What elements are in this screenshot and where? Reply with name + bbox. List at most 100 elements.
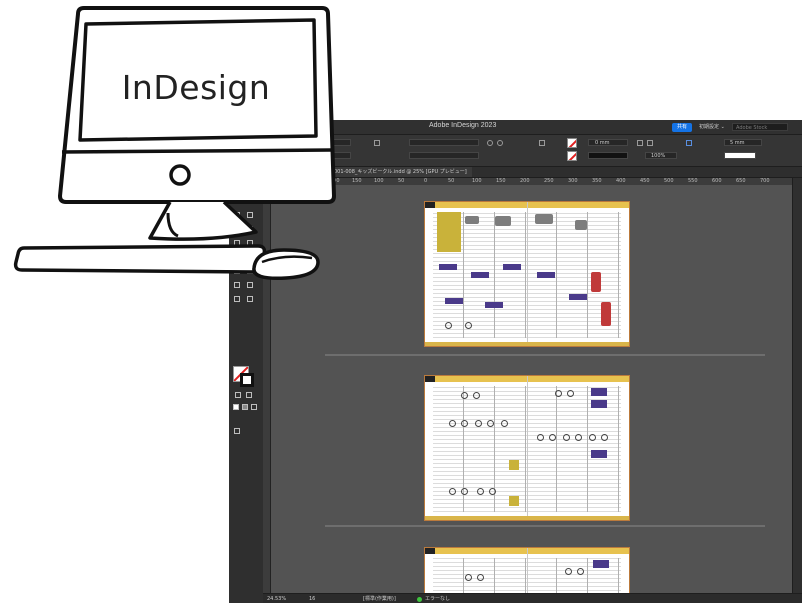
stroke-weight-value: 0 mm (595, 140, 610, 146)
spread-divider (325, 525, 765, 527)
wheel-graphic (549, 434, 556, 441)
photo-block (495, 216, 511, 226)
wheel-graphic (565, 568, 572, 575)
formatting-container-icon[interactable] (235, 392, 241, 398)
wheel-graphic (477, 488, 484, 495)
wheel-graphic (445, 322, 452, 329)
ruler-tick: 250 (544, 178, 554, 184)
ruler-tick: 500 (664, 178, 674, 184)
corner-swatch[interactable] (724, 152, 756, 159)
screen-mode-icon[interactable] (234, 428, 240, 434)
wheel-graphic (589, 434, 596, 441)
stroke-icon[interactable] (240, 373, 254, 387)
ruler-tick: 300 (568, 178, 578, 184)
wheel-graphic (461, 420, 468, 427)
wheel-graphic (477, 574, 484, 581)
accent-block (503, 264, 521, 270)
stroke-weight-field[interactable]: 0 mm (588, 139, 628, 146)
ruler-tick: 100 (472, 178, 482, 184)
photo-block (535, 214, 553, 224)
accent-block (591, 388, 607, 396)
apply-color-icon[interactable] (233, 404, 239, 410)
wheel-graphic (449, 420, 456, 427)
fill-stroke-control[interactable] (233, 366, 255, 388)
spread-3[interactable] (424, 547, 630, 593)
distribute-icon[interactable] (647, 140, 653, 146)
cover-panel (437, 212, 461, 252)
apply-none-icon[interactable] (251, 404, 257, 410)
panel-dock[interactable] (792, 178, 802, 603)
wheel-graphic (577, 568, 584, 575)
ruler-tick: 50 (398, 178, 405, 184)
keyboard-icon (13, 244, 267, 274)
wheel-graphic (489, 488, 496, 495)
wheel-graphic (449, 488, 456, 495)
rotate-icon[interactable] (487, 140, 493, 146)
frame-fit-icon[interactable] (686, 140, 692, 146)
photo-block (575, 220, 587, 230)
accent-block (591, 450, 607, 458)
stroke-type-field[interactable] (588, 152, 628, 159)
pasteboard[interactable] (271, 185, 792, 593)
stroke-swatch[interactable] (567, 151, 577, 161)
ruler-tick: 150 (496, 178, 506, 184)
document-tab[interactable]: 001-008_キッズビークル.indd @ 25% [GPU プレビュー] (329, 167, 472, 177)
spread-fold (527, 202, 528, 346)
page-header-tab (425, 202, 435, 208)
photo-block (591, 272, 601, 292)
accent-block (537, 272, 555, 278)
wheel-graphic (563, 434, 570, 441)
stock-search-input[interactable]: Adobe Stock (732, 123, 788, 131)
ruler-tick: 100 (374, 178, 384, 184)
window-title: Adobe InDesign 2023 (429, 122, 497, 129)
photo-block (465, 216, 479, 224)
wheel-graphic (465, 322, 472, 329)
apply-gradient-icon[interactable] (242, 404, 248, 410)
page-header-tab (425, 376, 435, 382)
ruler-tick: 450 (640, 178, 650, 184)
workspace-menu[interactable]: 初期設定 ⌄ (699, 123, 725, 132)
status-page[interactable]: 16 (309, 595, 315, 603)
mouse-icon (252, 248, 320, 281)
status-zoom[interactable]: 24.53% (267, 595, 286, 603)
computer-illustration (13, 6, 336, 281)
spread-fold (527, 376, 528, 520)
offset-field[interactable]: 5 mm (724, 139, 762, 146)
fill-swatch[interactable] (567, 138, 577, 148)
spread-divider (325, 354, 765, 356)
accent-block (485, 302, 503, 308)
ruler-tick: 200 (520, 178, 530, 184)
opacity-field[interactable]: 100% (645, 152, 677, 159)
rotate-field[interactable] (409, 139, 479, 146)
status-bar: 24.53% 16 [標準(作業用)] エラーなし (263, 593, 802, 603)
accent-block (509, 496, 519, 506)
accent-block (569, 294, 587, 300)
wheel-graphic (567, 390, 574, 397)
monitor-screen-label: InDesign (121, 68, 271, 107)
ruler-tick: 550 (688, 178, 698, 184)
status-mode[interactable]: [標準(作業用)] (363, 595, 396, 603)
ruler-tick: 650 (736, 178, 746, 184)
text-wrap-icon[interactable] (539, 140, 545, 146)
ruler-tick: 400 (616, 178, 626, 184)
wheel-graphic (465, 574, 472, 581)
accent-block (593, 560, 609, 568)
ruler-tick: 700 (760, 178, 770, 184)
status-errors[interactable]: エラーなし (425, 595, 450, 603)
shear-field[interactable] (409, 152, 479, 159)
ruler-tick: 0 (424, 178, 428, 184)
no-error-icon (417, 597, 422, 602)
share-button[interactable]: 共有 (672, 123, 693, 132)
wheel-graphic (601, 434, 608, 441)
spread-2[interactable] (424, 375, 630, 521)
formatting-text-icon[interactable] (246, 392, 252, 398)
flip-icon[interactable] (497, 140, 503, 146)
photo-block (601, 302, 611, 326)
ruler-tick: 50 (448, 178, 455, 184)
constrain-icon[interactable] (374, 140, 380, 146)
spread-1[interactable] (424, 201, 630, 347)
align-icon[interactable] (637, 140, 643, 146)
wheel-graphic (555, 390, 562, 397)
page-footer-band (425, 516, 629, 520)
page-footer-band (425, 342, 629, 346)
